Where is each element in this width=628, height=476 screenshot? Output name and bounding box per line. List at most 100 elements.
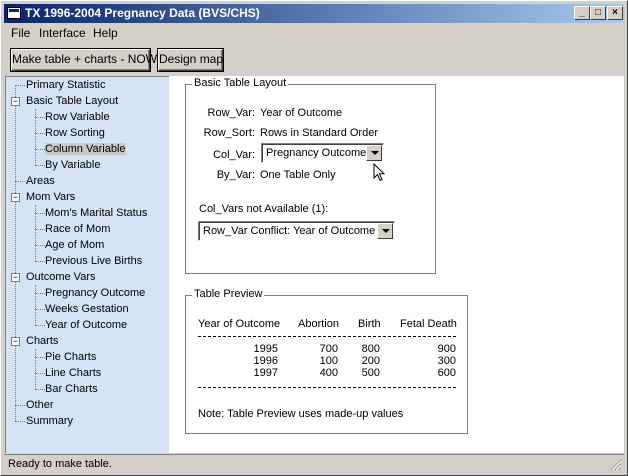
preview-cell: 600 [437,367,456,379]
preview-divider [198,336,456,337]
tree-item-basic-table-layout[interactable]: Basic Table Layout [26,94,118,110]
tree-item-label: Areas [26,175,55,187]
collapse-icon[interactable]: − [11,193,20,202]
tree-item-label: Primary Statistic [26,79,106,91]
tree-item-label: By Variable [45,159,101,171]
tree-item-charts[interactable]: Charts [26,334,58,350]
tree-item-summary[interactable]: Summary [26,414,73,430]
tree-item-label: Pregnancy Outcome [45,287,146,299]
preview-header-fetal-death: Fetal Death [400,318,457,330]
minimize-button[interactable]: _ [574,6,590,20]
tree-connector [35,261,45,262]
close-button[interactable]: × [607,6,623,20]
collapse-icon[interactable]: − [11,337,20,346]
app-window: TX 1996-2004 Pregnancy Data (BVS/CHS) _ … [0,0,628,476]
resize-grip-icon[interactable] [610,459,622,471]
preview-cell: 400 [319,367,338,379]
tree-item-age-of-mom[interactable]: Age of Mom [45,238,104,254]
tree-item-pregnancy-outcome[interactable]: Pregnancy Outcome [45,286,145,302]
tree-item-label: Pie Charts [45,351,97,363]
tree-item-by-variable[interactable]: By Variable [45,158,100,174]
by-var-value: One Table Only [260,169,336,181]
table-preview-group: Table Preview Year of Outcome Abortion B… [185,288,468,434]
preview-divider [198,387,456,388]
tree-item-race-of-mom[interactable]: Race of Mom [45,222,110,238]
title-bar[interactable]: TX 1996-2004 Pregnancy Data (BVS/CHS) _ … [4,4,624,23]
tree-connector [35,373,45,374]
basic-table-layout-group: Basic Table Layout Row_Var: Year of Outc… [185,77,436,274]
preview-cell: 800 [361,343,380,355]
tree-item-label: Weeks Gestation [45,303,129,315]
tree-connector [15,85,25,86]
preview-header-year: Year of Outcome [198,318,281,330]
menu-help[interactable]: Help [93,26,118,40]
tree-item-label: Summary [26,415,74,427]
tree-guide-line [35,285,36,325]
collapse-icon[interactable]: − [11,97,20,106]
by-var-label: By_Var: [216,169,255,181]
tree-connector [35,245,45,246]
tree-item-row-variable[interactable]: Row Variable [45,110,110,126]
tree-connector [15,405,25,406]
preview-header-birth: Birth [358,318,381,330]
tree-guide-line [35,349,36,389]
chevron-down-icon[interactable] [377,223,393,239]
tree-item-line-charts[interactable]: Line Charts [45,366,101,382]
tree-item-label: Basic Table Layout [26,95,119,107]
tree-item-label: Column Variable [45,143,126,155]
col-var-selected: Pregnancy Outcome [266,147,367,159]
tree-item-primary-statistic[interactable]: Primary Statistic [26,78,105,94]
tree-item-moms-marital-status[interactable]: Mom's Marital Status [45,206,147,222]
preview-cell: 1995 [253,343,278,355]
tree-item-previous-live-births[interactable]: Previous Live Births [45,254,142,270]
preview-cell: 200 [361,355,380,367]
tree-item-label: Row Sorting [45,127,105,139]
preview-cell: 900 [437,343,456,355]
col-var-dropdown[interactable]: Pregnancy Outcome [261,143,384,163]
tree-item-bar-charts[interactable]: Bar Charts [45,382,98,398]
tree-connector [35,149,45,150]
tree-item-label: Mom Vars [26,191,76,203]
window-title: TX 1996-2004 Pregnancy Data (BVS/CHS) [25,6,260,20]
group-title: Table Preview [192,288,265,300]
tree-item-label: Outcome Vars [26,271,96,283]
preview-cell: 300 [437,355,456,367]
menu-file[interactable]: File [11,26,30,40]
maximize-button[interactable]: □ [590,6,606,20]
make-table-button[interactable]: Make table + charts - NOW [11,49,157,71]
preview-cell: 700 [319,343,338,355]
tree-item-outcome-vars[interactable]: Outcome Vars [26,270,96,286]
mouse-cursor-icon [373,163,386,182]
tree-item-row-sorting[interactable]: Row Sorting [45,126,105,142]
preview-cell: 100 [319,355,338,367]
tree-item-other[interactable]: Other [26,398,54,414]
preview-note: Note: Table Preview uses made-up values [198,408,404,420]
status-bar: Ready to make table. [4,454,624,473]
not-available-dropdown[interactable]: Row_Var Conflict: Year of Outcome [198,221,395,241]
tree-item-pie-charts[interactable]: Pie Charts [45,350,96,366]
tree-item-weeks-gestation[interactable]: Weeks Gestation [45,302,129,318]
tree-item-year-of-outcome[interactable]: Year of Outcome [45,318,127,334]
tree-connector [35,309,45,310]
chevron-down-icon[interactable] [366,145,382,161]
tree-connector [35,357,45,358]
tree-item-mom-vars[interactable]: Mom Vars [26,190,75,206]
tree-item-label: Charts [26,335,59,347]
main-panel: Basic Table Layout Row_Var: Year of Outc… [169,76,624,453]
preview-header-abortion: Abortion [298,318,339,330]
tree-item-areas[interactable]: Areas [26,174,55,190]
group-title: Basic Table Layout [192,77,289,89]
collapse-icon[interactable]: − [11,273,20,282]
tree-item-label: Other [26,399,54,411]
preview-cell: 500 [361,367,380,379]
menu-interface[interactable]: Interface [39,26,86,40]
tree-connector [35,117,45,118]
tree-item-column-variable[interactable]: Column Variable [45,142,126,158]
tree-connector [35,165,45,166]
tree-item-label: Previous Live Births [45,255,143,267]
tree-item-label: Year of Outcome [45,319,128,331]
tree-guide-line [15,85,16,421]
tree-item-label: Age of Mom [45,239,105,251]
navigation-tree: Primary Statistic − Basic Table Layout R… [5,76,169,453]
design-map-button[interactable]: Design map [158,49,223,71]
